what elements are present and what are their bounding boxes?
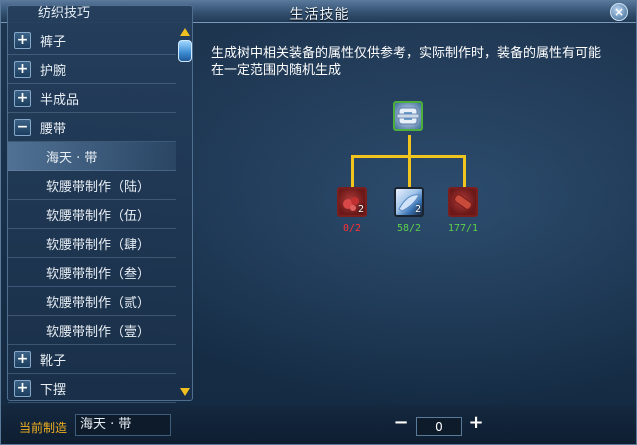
close-button[interactable]: ×	[610, 3, 628, 21]
increase-quantity-button[interactable]: +	[468, 414, 484, 433]
attribute-notice: 生成树中相关装备的属性仅供参考，实际制作时，装备的属性有可能在一定范围内随机生成	[211, 46, 602, 78]
expand-icon[interactable]: +	[14, 60, 31, 78]
decrease-quantity-button[interactable]: −	[393, 414, 409, 433]
category-label: 裤子	[40, 34, 67, 50]
category-row[interactable]: + 半成品	[8, 84, 176, 113]
tree-line-left	[351, 155, 354, 187]
recipe-item-selected[interactable]: 海天 · 带	[8, 142, 176, 171]
craft-quantity-input[interactable]	[416, 417, 462, 436]
category-label: 靴子	[40, 353, 67, 369]
scroll-thumb[interactable]	[178, 40, 192, 62]
recipe-item[interactable]: 软腰带制作（叁）	[8, 258, 176, 287]
material-quantity: 0/2	[342, 223, 362, 234]
armor-belt-icon	[396, 107, 420, 125]
expand-icon[interactable]: +	[14, 350, 31, 368]
material-slot-1[interactable]: 2	[337, 187, 367, 217]
category-row[interactable]: + 下摆	[8, 374, 176, 403]
material-slot-3[interactable]	[448, 187, 478, 217]
expand-icon[interactable]: +	[14, 379, 31, 397]
recipe-item[interactable]: 软腰带制作（贰）	[8, 287, 176, 316]
recipe-list: + 裤子 + 护腕 + 半成品 − 腰带 海天 · 带软腰带制作（陆） 软腰带制作（伍） 软腰带制作…	[8, 26, 176, 403]
recipe-item[interactable]: 软腰带制作（肆）	[8, 229, 176, 258]
current-craft-label: 当前制造	[19, 421, 68, 435]
tree-line-middle	[408, 155, 411, 187]
category-row[interactable]: + 裤子	[8, 26, 176, 55]
expand-icon[interactable]: +	[14, 31, 31, 49]
recipe-item[interactable]: 软腰带制作（陆）	[8, 171, 176, 200]
product-slot[interactable]	[393, 101, 423, 131]
material-quantity: 177/1	[447, 223, 479, 234]
crafting-tree: 2 0/2 2 58/2 177/1	[331, 97, 491, 237]
scroll-up-arrow-icon[interactable]	[180, 28, 190, 36]
material-quantity: 58/2	[396, 223, 422, 234]
recipe-list-panel: 纺织技巧 + 裤子 + 护腕 + 半成品 − 腰带 海天 · 带软腰带制作（陆） 软腰带制作（伍）…	[7, 5, 193, 403]
category-label: 腰带	[40, 121, 67, 137]
recipe-item[interactable]: 软腰带制作（伍）	[8, 200, 176, 229]
bottom-bar: 当前制造 海天 · 带 − +	[1, 405, 636, 444]
red-log-icon	[454, 194, 472, 210]
tree-line-root	[408, 135, 411, 157]
category-row[interactable]: − 腰带	[8, 113, 176, 142]
material-count: 2	[357, 204, 364, 215]
category-label: 护腕	[40, 63, 67, 79]
skill-category-title: 纺织技巧	[38, 6, 91, 21]
current-craft-value: 海天 · 带	[75, 414, 171, 436]
collapse-icon[interactable]: −	[14, 118, 31, 136]
list-scrollbar[interactable]	[178, 26, 192, 398]
category-row[interactable]: + 靴子	[8, 345, 176, 374]
category-label: 半成品	[40, 92, 80, 108]
recipe-item[interactable]: 软腰带制作（壹）	[8, 316, 176, 345]
material-slot-2[interactable]: 2	[394, 187, 424, 217]
expand-icon[interactable]: +	[14, 89, 31, 107]
scroll-down-arrow-icon[interactable]	[180, 388, 190, 396]
life-skills-window: 生活技能 × 纺织技巧 + 裤子 + 护腕 + 半成品 − 腰带 海天 · 带软腰带制作（陆）软…	[0, 0, 637, 445]
category-row[interactable]: + 护腕	[8, 55, 176, 84]
tree-line-right	[463, 155, 466, 187]
category-label: 下摆	[40, 382, 67, 398]
material-count: 2	[414, 204, 421, 215]
